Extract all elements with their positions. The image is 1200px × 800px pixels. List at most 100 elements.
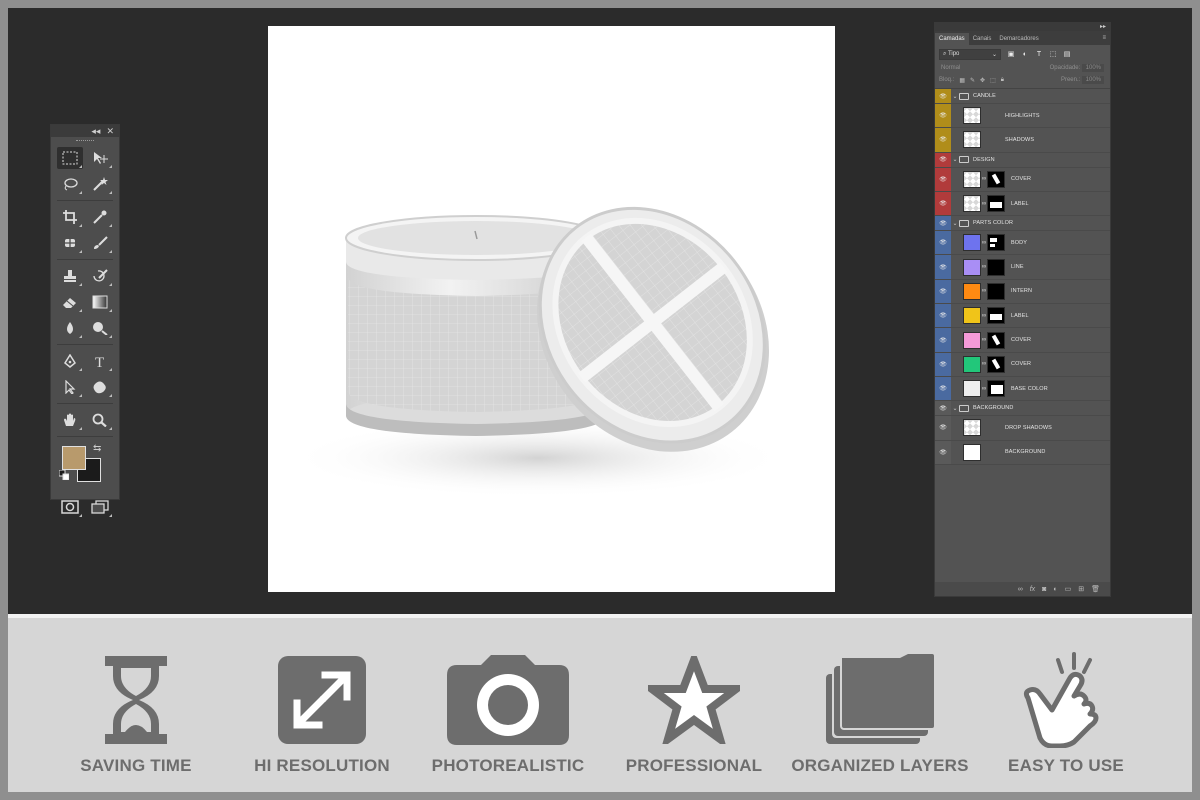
pen-icon[interactable] <box>57 350 83 372</box>
clone-stamp-icon[interactable] <box>57 265 83 287</box>
crop-icon[interactable] <box>57 206 83 228</box>
layer-mask-thumbnail[interactable] <box>987 380 1005 398</box>
layer-thumbnail[interactable] <box>963 131 981 149</box>
drag-handle[interactable] <box>51 137 119 145</box>
eyedropper-icon[interactable] <box>87 206 113 228</box>
quick-mask-icon[interactable] <box>57 496 83 518</box>
visibility-eye-icon[interactable]: 👁︎ <box>935 152 951 167</box>
visibility-eye-icon[interactable]: 👁︎ <box>935 328 951 352</box>
new-layer-icon[interactable]: ⊞ <box>1078 585 1084 593</box>
document-canvas[interactable] <box>268 26 835 592</box>
visibility-eye-icon[interactable]: 👁︎ <box>935 352 951 376</box>
layer-thumbnail[interactable] <box>963 258 981 276</box>
group-expand-chevron-icon[interactable]: ⌄ <box>951 220 959 227</box>
layer-kind-filter[interactable]: ⌕ Tipo ⌄ <box>939 49 1001 60</box>
layers-collapse-icon[interactable]: ▸▸ <box>935 23 1110 31</box>
layer-group-row[interactable]: 👁︎ ⌄ PARTS COLOR <box>935 216 1110 232</box>
lock-transparent-icon[interactable]: ▦ <box>959 77 965 84</box>
blend-mode-select[interactable]: Normal <box>941 65 1011 71</box>
swap-colors-icon[interactable]: ⇆ <box>93 443 101 454</box>
layer-thumbnail[interactable] <box>963 331 981 349</box>
gradient-icon[interactable] <box>87 291 113 313</box>
filter-type-icon[interactable]: T <box>1035 51 1043 59</box>
visibility-eye-icon[interactable]: 👁︎ <box>935 104 951 128</box>
tab-channels[interactable]: Canais <box>969 33 996 45</box>
visibility-eye-icon[interactable]: 👁︎ <box>935 89 951 103</box>
layer-thumbnail[interactable] <box>963 355 981 373</box>
layer-row[interactable]: 👁︎ ∞ COVER <box>935 352 1110 377</box>
layer-mask-thumbnail[interactable] <box>987 258 1005 276</box>
delete-layer-icon[interactable]: 🗑︎ <box>1091 585 1100 593</box>
move-icon[interactable] <box>87 147 113 169</box>
shape-icon[interactable] <box>87 376 113 398</box>
layer-row[interactable]: 👁︎ BACKGROUND <box>935 440 1110 465</box>
layer-row[interactable]: 👁︎ ∞ COVER <box>935 328 1110 353</box>
visibility-eye-icon[interactable]: 👁︎ <box>935 279 951 304</box>
blur-icon[interactable] <box>57 317 83 339</box>
panel-menu-icon[interactable]: ≡ <box>1102 35 1110 41</box>
visibility-eye-icon[interactable]: 👁︎ <box>935 416 951 440</box>
layer-group-row[interactable]: 👁︎ ⌄ DESIGN <box>935 152 1110 168</box>
lock-position-icon[interactable]: ✥ <box>980 77 985 84</box>
layer-thumbnail[interactable] <box>963 195 981 213</box>
visibility-eye-icon[interactable]: 👁︎ <box>935 167 951 191</box>
foreground-color-swatch[interactable] <box>62 446 86 470</box>
tab-paths[interactable]: Demarcadores <box>995 33 1042 45</box>
filter-smart-object-icon[interactable]: ▤ <box>1063 51 1071 59</box>
layer-row[interactable]: 👁︎ HIGHLIGHTS <box>935 104 1110 129</box>
lock-all-icon[interactable]: 🔒︎ <box>1001 77 1004 84</box>
new-group-icon[interactable]: ▭ <box>1065 585 1072 593</box>
layer-row[interactable]: 👁︎ ∞ COVER <box>935 167 1110 192</box>
brush-icon[interactable] <box>87 232 113 254</box>
layer-group-row[interactable]: 👁︎ ⌄ BACKGROUND <box>935 401 1110 417</box>
layer-mask-thumbnail[interactable] <box>987 234 1005 252</box>
fill-field[interactable]: 100% <box>1082 76 1104 84</box>
path-selection-icon[interactable] <box>57 376 83 398</box>
layer-thumbnail[interactable] <box>963 107 981 125</box>
eraser-icon[interactable] <box>57 291 83 313</box>
lock-pixels-icon[interactable]: ✎ <box>970 77 975 84</box>
visibility-eye-icon[interactable]: 👁︎ <box>935 128 951 152</box>
layer-thumbnail[interactable] <box>963 419 981 437</box>
layer-row[interactable]: 👁︎ SHADOWS <box>935 128 1110 153</box>
layer-thumbnail[interactable] <box>963 170 981 188</box>
layer-thumbnail[interactable] <box>963 380 981 398</box>
layer-mask-thumbnail[interactable] <box>987 355 1005 373</box>
fx-icon[interactable]: fx <box>1030 586 1035 593</box>
layer-row[interactable]: 👁︎ ∞ LABEL <box>935 191 1110 217</box>
layer-thumbnail[interactable] <box>963 234 981 252</box>
layer-thumbnail[interactable] <box>963 443 981 461</box>
lock-artboard-icon[interactable]: ⬚ <box>990 77 996 84</box>
marquee-icon[interactable] <box>57 147 83 169</box>
layer-row[interactable]: 👁︎ ∞ BODY <box>935 231 1110 256</box>
group-expand-chevron-icon[interactable]: ⌄ <box>951 405 959 412</box>
link-layers-icon[interactable]: ∞ <box>1018 586 1023 593</box>
opacity-field[interactable]: 100% <box>1082 64 1104 72</box>
filter-shape-icon[interactable]: ⬚ <box>1049 51 1057 59</box>
layer-row[interactable]: 👁︎ ∞ LABEL <box>935 304 1110 329</box>
layer-row[interactable]: 👁︎ ∞ LINE <box>935 255 1110 280</box>
filter-adjustment-icon[interactable]: ◐ <box>1021 51 1029 59</box>
visibility-eye-icon[interactable]: 👁︎ <box>935 376 951 401</box>
screen-mode-icon[interactable] <box>87 496 113 518</box>
type-icon[interactable]: T <box>87 350 113 372</box>
history-brush-icon[interactable] <box>87 265 113 287</box>
layer-mask-thumbnail[interactable] <box>987 170 1005 188</box>
group-expand-chevron-icon[interactable]: ⌄ <box>951 156 959 163</box>
layer-group-row[interactable]: 👁︎ ⌄ CANDLE <box>935 89 1110 104</box>
layer-thumbnail[interactable] <box>963 307 981 325</box>
collapse-icon[interactable]: ◂◂ <box>91 126 100 137</box>
filter-pixel-icon[interactable]: ▣ <box>1007 51 1015 59</box>
tab-layers[interactable]: Camadas <box>935 33 969 45</box>
layer-mask-thumbnail[interactable] <box>987 331 1005 349</box>
visibility-eye-icon[interactable]: 👁︎ <box>935 401 951 416</box>
dodge-icon[interactable] <box>87 317 113 339</box>
visibility-eye-icon[interactable]: 👁︎ <box>935 231 951 255</box>
magic-wand-icon[interactable] <box>87 173 113 195</box>
close-icon[interactable]: ✕ <box>106 126 114 137</box>
visibility-eye-icon[interactable]: 👁︎ <box>935 440 951 464</box>
healing-brush-icon[interactable] <box>57 232 83 254</box>
visibility-eye-icon[interactable]: 👁︎ <box>935 216 951 231</box>
layer-mask-thumbnail[interactable] <box>987 195 1005 213</box>
visibility-eye-icon[interactable]: 👁︎ <box>935 255 951 279</box>
